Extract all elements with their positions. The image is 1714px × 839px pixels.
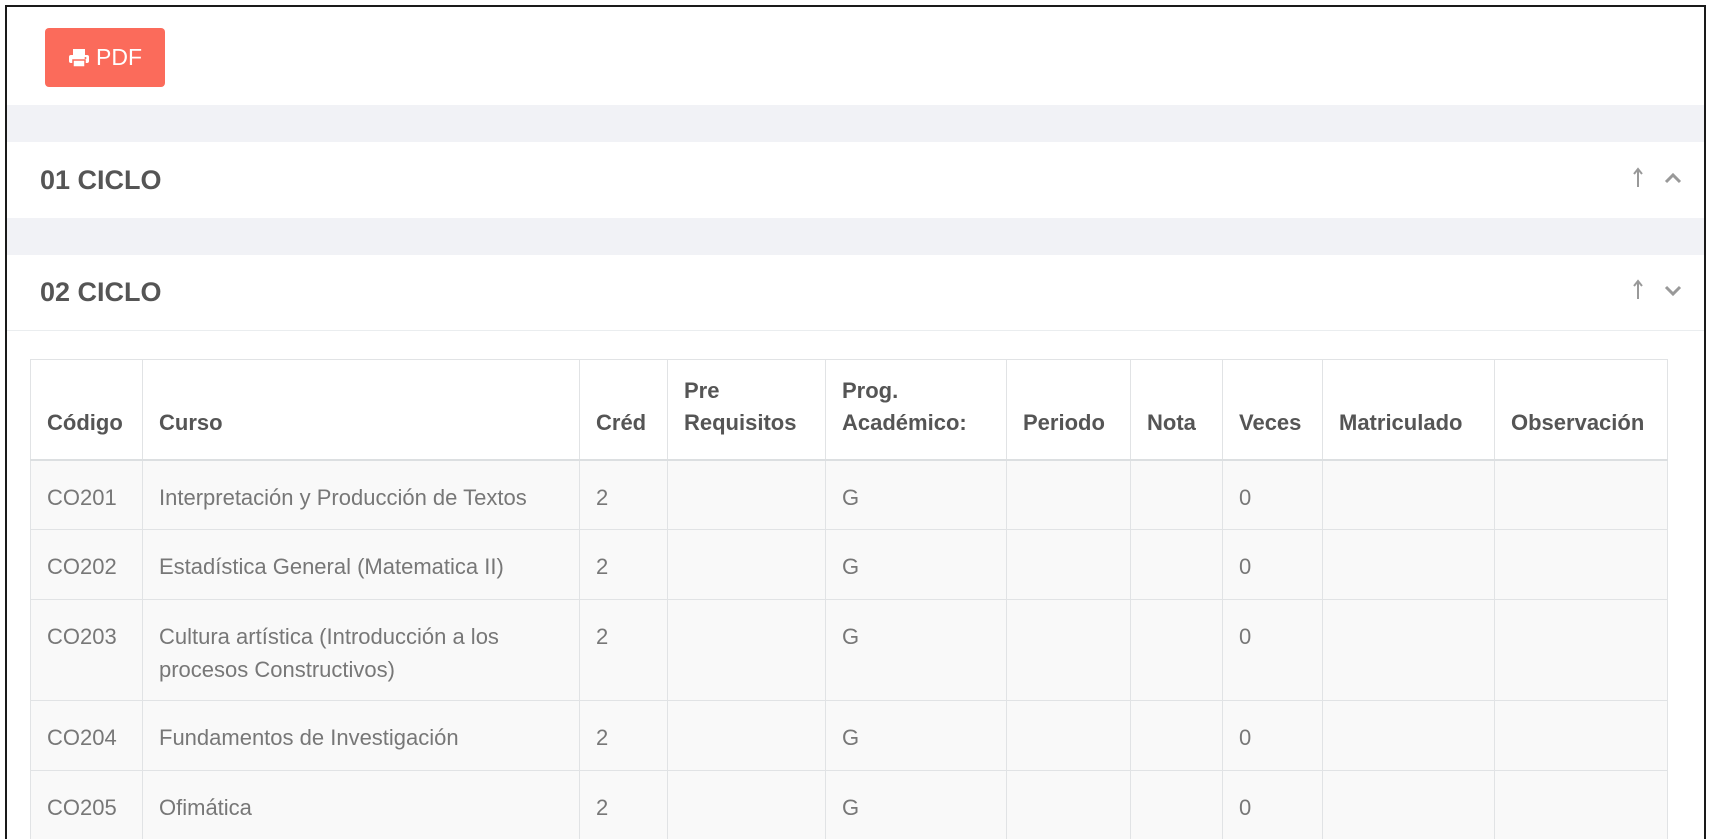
cell-periodo xyxy=(1006,599,1131,701)
cell-veces: 0 xyxy=(1222,700,1323,771)
cell-cred: 2 xyxy=(579,700,668,771)
chevron-up-icon[interactable] xyxy=(1664,171,1682,189)
panel-tools xyxy=(1632,279,1682,306)
arrow-up-icon[interactable] xyxy=(1632,166,1644,194)
cell-codigo: CO204 xyxy=(30,700,143,771)
cell-nota xyxy=(1130,770,1223,839)
cycle-panel-02-header[interactable]: 02 CICLO xyxy=(7,255,1704,331)
cell-periodo xyxy=(1006,770,1131,839)
cell-codigo: CO201 xyxy=(30,459,143,530)
cell-periodo xyxy=(1006,529,1131,600)
cell-matriculado xyxy=(1322,599,1495,701)
cell-codigo: CO202 xyxy=(30,529,143,600)
cell-nota xyxy=(1130,599,1223,701)
cell-curso: Estadística General (Matematica II) xyxy=(142,529,580,600)
cell-codigo: CO203 xyxy=(30,599,143,701)
table-row: CO202 Estadística General (Matematica II… xyxy=(30,529,1668,600)
toolbar: PDF xyxy=(7,7,1704,105)
table-row: CO201 Interpretación y Producción de Tex… xyxy=(30,459,1668,530)
cell-prog: G xyxy=(825,700,1007,771)
cell-prerequisitos xyxy=(667,529,826,600)
col-header-veces[interactable]: Veces xyxy=(1222,359,1323,461)
table-row: CO203 Cultura artística (Introducción a … xyxy=(30,599,1668,701)
col-header-curso[interactable]: Curso xyxy=(142,359,580,461)
cell-prog: G xyxy=(825,459,1007,530)
pdf-button[interactable]: PDF xyxy=(45,28,165,87)
courses-table: Código Curso Créd Pre Requisitos Prog. Aca… xyxy=(30,359,1668,839)
cell-prerequisitos xyxy=(667,700,826,771)
cell-periodo xyxy=(1006,459,1131,530)
cell-prerequisitos xyxy=(667,770,826,839)
col-header-nota[interactable]: Nota xyxy=(1130,359,1223,461)
page-frame: PDF 01 CICLO 02 CICLO Código Curso Créd … xyxy=(5,5,1706,839)
cell-observacion xyxy=(1494,459,1668,530)
cell-periodo xyxy=(1006,700,1131,771)
col-header-prog-academico[interactable]: Prog. Académico: xyxy=(825,359,1007,461)
cell-observacion xyxy=(1494,599,1668,701)
cell-veces: 0 xyxy=(1222,770,1323,839)
cell-cred: 2 xyxy=(579,599,668,701)
table-row: CO204 Fundamentos de Investigación 2 G 0 xyxy=(30,700,1668,771)
cell-nota xyxy=(1130,700,1223,771)
col-header-cred[interactable]: Créd xyxy=(579,359,668,461)
table-row: CO205 Ofimática 2 G 0 xyxy=(30,770,1668,839)
pdf-button-label: PDF xyxy=(96,44,142,70)
cell-matriculado xyxy=(1322,700,1495,771)
cell-observacion xyxy=(1494,700,1668,771)
cell-veces: 0 xyxy=(1222,529,1323,600)
cycle-panel-02-body: Código Curso Créd Pre Requisitos Prog. Aca… xyxy=(7,331,1704,839)
cell-curso: Fundamentos de Investigación xyxy=(142,700,580,771)
cell-nota xyxy=(1130,529,1223,600)
cell-curso: Interpretación y Producción de Textos xyxy=(142,459,580,530)
cell-observacion xyxy=(1494,529,1668,600)
cell-veces: 0 xyxy=(1222,599,1323,701)
cell-prog: G xyxy=(825,599,1007,701)
cell-prog: G xyxy=(825,770,1007,839)
col-header-matriculado[interactable]: Matriculado xyxy=(1322,359,1495,461)
section-gap xyxy=(7,218,1704,255)
cell-codigo: CO205 xyxy=(30,770,143,839)
arrow-up-icon[interactable] xyxy=(1632,279,1644,306)
cell-cred: 2 xyxy=(579,459,668,530)
table-header-row: Código Curso Créd Pre Requisitos Prog. Aca… xyxy=(30,359,1668,461)
cell-matriculado xyxy=(1322,529,1495,600)
cell-prerequisitos xyxy=(667,459,826,530)
cell-curso: Ofimática xyxy=(142,770,580,839)
cycle-panel-01-header[interactable]: 01 CICLO xyxy=(7,142,1704,218)
cell-veces: 0 xyxy=(1222,459,1323,530)
cycle-title-02: 02 CICLO xyxy=(40,277,162,307)
cell-matriculado xyxy=(1322,459,1495,530)
cell-nota xyxy=(1130,459,1223,530)
col-header-periodo[interactable]: Periodo xyxy=(1006,359,1131,461)
cell-cred: 2 xyxy=(579,529,668,600)
cell-observacion xyxy=(1494,770,1668,839)
chevron-down-icon[interactable] xyxy=(1664,284,1682,302)
cell-prog: G xyxy=(825,529,1007,600)
section-gap xyxy=(7,105,1704,142)
col-header-prerequisitos[interactable]: Pre Requisitos xyxy=(667,359,826,461)
col-header-observacion[interactable]: Observación xyxy=(1494,359,1668,461)
cell-prerequisitos xyxy=(667,599,826,701)
cycle-title-01: 01 CICLO xyxy=(40,164,162,195)
cell-cred: 2 xyxy=(579,770,668,839)
cell-curso: Cultura artística (Introducción a los pr… xyxy=(142,599,580,701)
print-icon xyxy=(68,48,90,68)
col-header-codigo[interactable]: Código xyxy=(30,359,143,461)
cell-matriculado xyxy=(1322,770,1495,839)
panel-tools xyxy=(1632,166,1682,194)
